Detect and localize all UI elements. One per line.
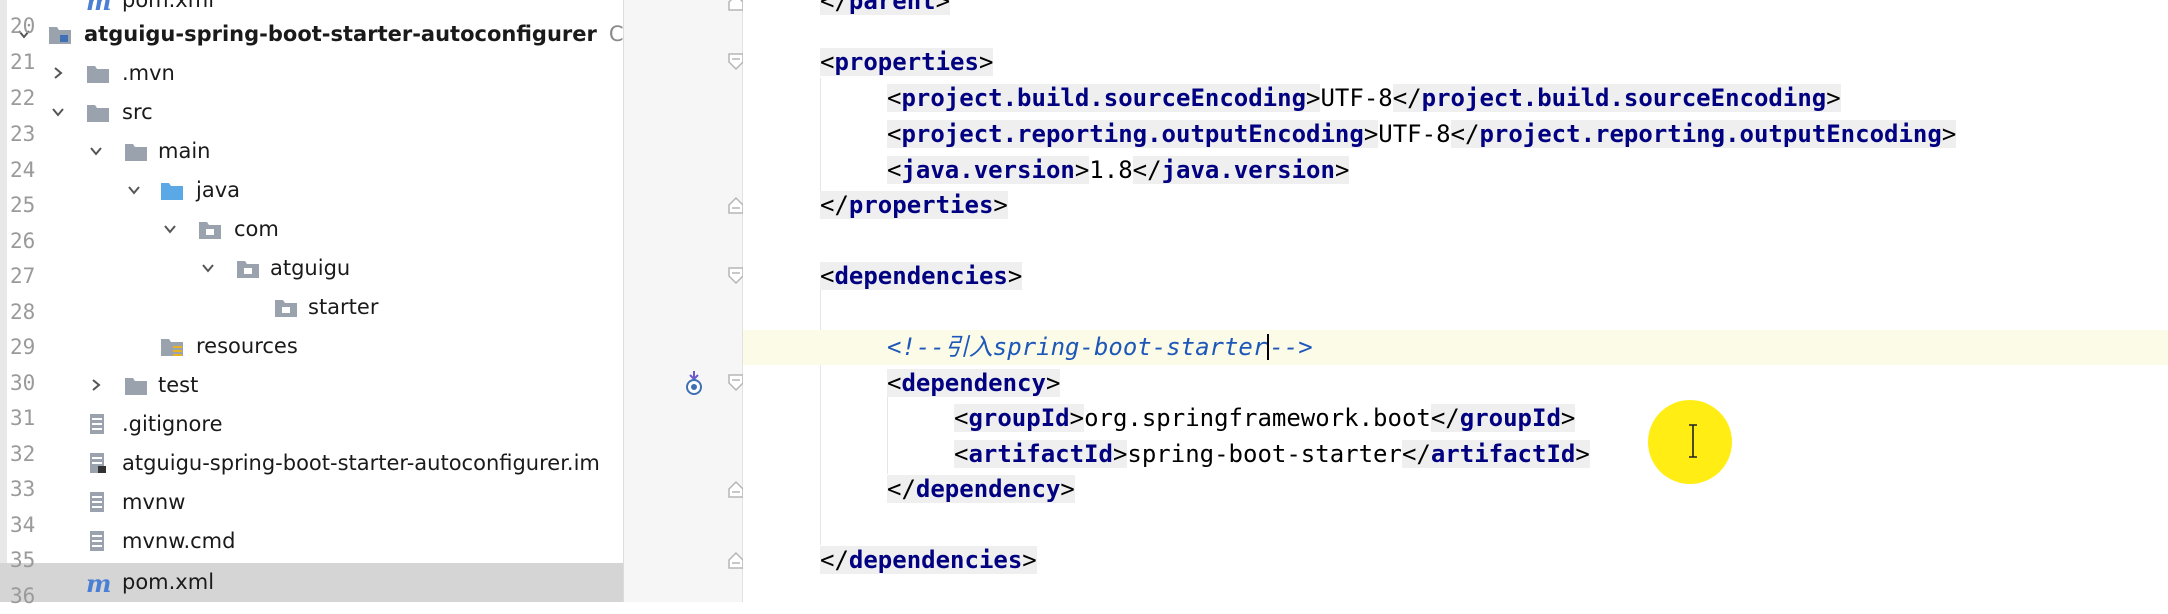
- text-file-icon: [86, 530, 110, 552]
- tree-item-label: starter: [308, 295, 379, 319]
- code-line-30: <dependency>: [887, 369, 1061, 397]
- line-number: 34: [10, 513, 36, 537]
- tree-item-label: .mvn: [122, 61, 175, 85]
- chevron-down-icon[interactable]: [160, 219, 180, 239]
- code-line-23: <project.reporting.outputEncoding>UTF-8<…: [887, 120, 1957, 148]
- line-number: 28: [10, 300, 36, 324]
- code-line-22: <project.build.sourceEncoding>UTF-8</pro…: [887, 84, 1841, 112]
- dependency-marker-icon[interactable]: [683, 370, 705, 396]
- code-line-31: <groupId>org.springframework.boot</group…: [954, 404, 1576, 432]
- tree-item-iml[interactable]: atguigu-spring-boot-starter-autoconfigur…: [0, 444, 623, 483]
- chevron-right-icon[interactable]: [86, 375, 106, 395]
- text-cursor-icon: [1688, 424, 1698, 458]
- tree-item-src[interactable]: src: [0, 93, 623, 132]
- line-number: 20: [10, 14, 36, 38]
- code-line-32: <artifactId>spring-boot-starter</artifac…: [954, 440, 1590, 468]
- package-icon: [236, 257, 260, 279]
- folder-icon: [124, 374, 148, 396]
- xml-tag: parent: [848, 0, 936, 15]
- line-number: 30: [10, 371, 36, 395]
- code-line-20: </parent>: [743, 0, 2168, 19]
- tree-item-mvnw-cmd[interactable]: mvnw.cmd: [0, 522, 623, 561]
- package-icon: [274, 296, 298, 318]
- tree-item-label: src: [122, 100, 153, 124]
- tree-item-module[interactable]: atguigu-spring-boot-starter-autoconfigur…: [0, 15, 623, 54]
- tree-item-resources[interactable]: resources: [0, 327, 623, 366]
- tree-item-pom[interactable]: m pom.xml: [0, 563, 623, 602]
- chevron-down-icon[interactable]: [86, 141, 106, 161]
- line-number: 29: [10, 335, 36, 359]
- tree-item-mvnw[interactable]: mvnw: [0, 483, 623, 522]
- line-number: 26: [10, 229, 36, 253]
- chevron-down-icon[interactable]: [198, 258, 218, 278]
- text-file-icon: [86, 413, 110, 435]
- line-number: 22: [10, 86, 36, 110]
- tree-item-label: test: [158, 373, 199, 397]
- project-tree-panel: m pom.xml atguigu-spring-boot-starter-au…: [0, 0, 624, 602]
- line-number: 23: [10, 122, 36, 146]
- maven-file-icon: m: [86, 569, 112, 598]
- tree-item-label: pom.xml: [122, 570, 215, 594]
- tree-item-test[interactable]: test: [0, 366, 623, 405]
- code-line-27: <dependencies>: [820, 262, 1023, 290]
- folder-icon: [86, 62, 110, 84]
- tree-item-label: atguigu: [270, 256, 351, 280]
- line-number: 25: [10, 193, 36, 217]
- code-line-21: <properties>: [820, 48, 994, 76]
- tree-item-java[interactable]: java: [0, 171, 623, 210]
- code-line-35: </dependencies>: [820, 546, 1037, 574]
- code-line-33: </dependency>: [887, 475, 1075, 503]
- tree-item-label: resources: [196, 334, 298, 358]
- line-number: 35: [10, 548, 36, 572]
- line-number: 27: [10, 264, 36, 288]
- tree-item-mvn[interactable]: .mvn: [0, 54, 623, 93]
- maven-file-icon: m: [86, 0, 112, 16]
- tree-item-label: com: [234, 217, 279, 241]
- tree-item-main[interactable]: main: [0, 132, 623, 171]
- tree-item-label: pom.xml: [122, 0, 215, 12]
- code-line-25: </properties>: [820, 191, 1008, 219]
- tree-item-label: .gitignore: [122, 412, 223, 436]
- tree-item-label: mvnw.cmd: [122, 529, 236, 553]
- text-file-icon: [86, 491, 110, 513]
- code-editor[interactable]: </parent> <properties> <project.build.so…: [743, 0, 2168, 602]
- code-line-29-current: <!--引入spring-boot-starter-->: [743, 330, 2168, 365]
- tree-item-label: atguigu-spring-boot-starter-autoconfigur…: [122, 451, 600, 475]
- tree-item-gitignore[interactable]: .gitignore: [0, 405, 623, 444]
- folder-icon: [86, 101, 110, 123]
- line-number: 32: [10, 442, 36, 466]
- module-path-suffix: C:: [608, 22, 624, 46]
- source-folder-icon: [160, 179, 184, 201]
- resources-folder-icon: [160, 335, 184, 357]
- package-icon: [198, 218, 222, 240]
- tree-item-atguigu[interactable]: atguigu: [0, 249, 623, 288]
- line-number: 24: [10, 158, 36, 182]
- tree-item-label: java: [196, 178, 240, 202]
- code-line-24: <java.version>1.8</java.version>: [887, 156, 1350, 184]
- line-number: 31: [10, 406, 36, 430]
- chevron-down-icon[interactable]: [124, 180, 144, 200]
- tree-item-com[interactable]: com: [0, 210, 623, 249]
- editor-gutter[interactable]: [624, 0, 743, 602]
- line-number: 36: [10, 584, 36, 608]
- iml-file-icon: [86, 452, 110, 474]
- tree-item-starter[interactable]: starter: [0, 288, 623, 327]
- tree-item-label: main: [158, 139, 211, 163]
- line-number: 33: [10, 477, 36, 501]
- folder-icon: [124, 140, 148, 162]
- module-name: atguigu-spring-boot-starter-autoconfigur…: [84, 22, 597, 46]
- line-number: 21: [10, 50, 36, 74]
- tree-item-label: mvnw: [122, 490, 186, 514]
